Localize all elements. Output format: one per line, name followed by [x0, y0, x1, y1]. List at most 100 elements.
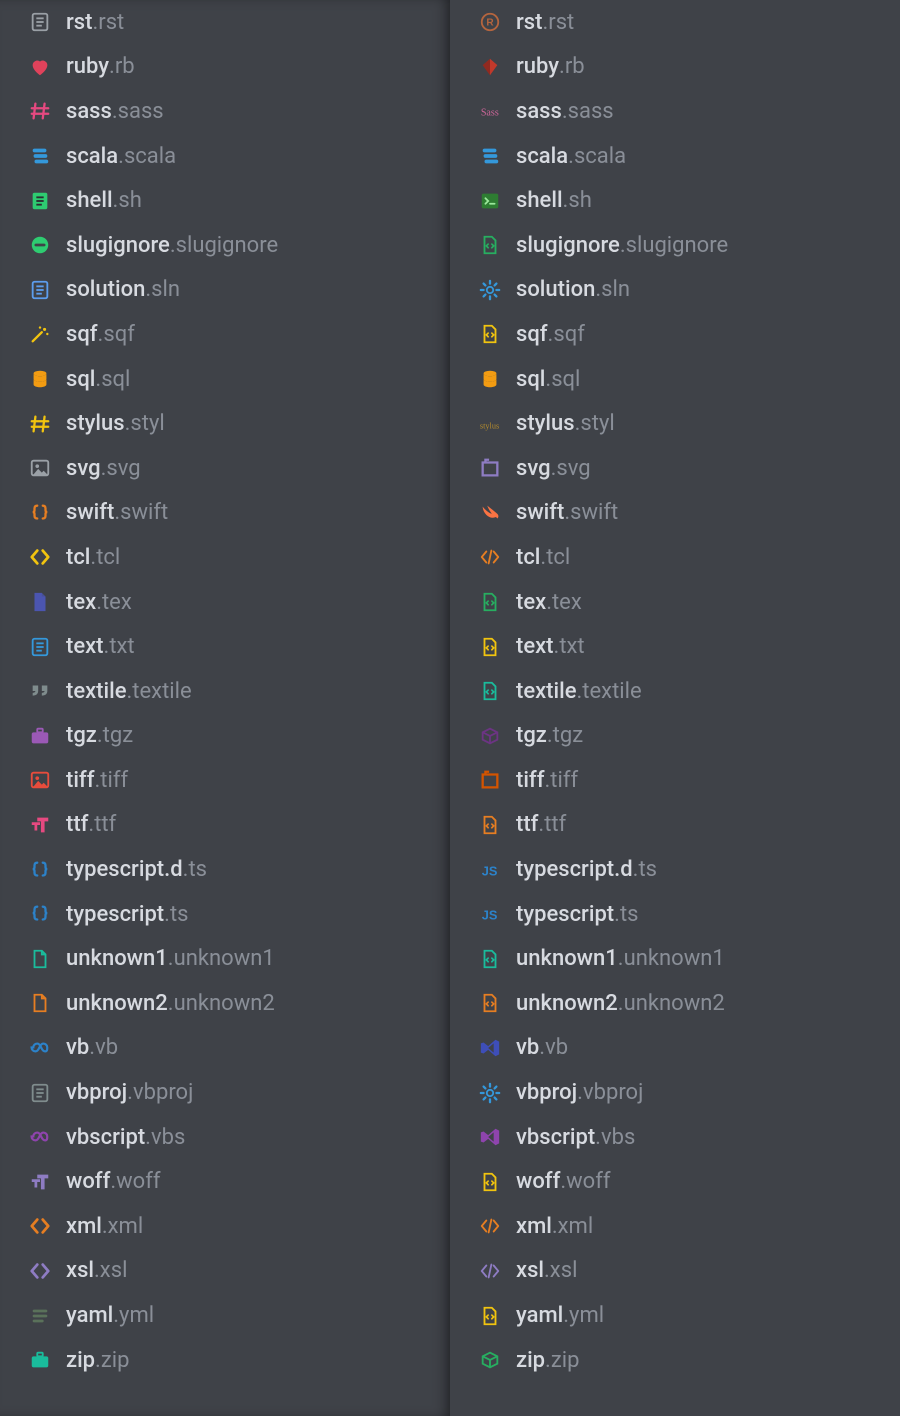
file-row-yaml[interactable]: yaml.yml	[450, 1293, 900, 1338]
file-row-ruby[interactable]: ruby.rb	[0, 45, 450, 90]
file-ext: .textile	[577, 679, 642, 704]
file-row-vbscript[interactable]: vbscript.vbs	[450, 1115, 900, 1160]
file-row-unknown1[interactable]: unknown1.unknown1	[0, 936, 450, 981]
file-row-ttf[interactable]: ttf.ttf	[450, 803, 900, 848]
file-row-typescript[interactable]: typescript.ts	[0, 892, 450, 937]
file-row-vb[interactable]: vb.vb	[0, 1026, 450, 1071]
file-row-tiff[interactable]: tiff.tiff	[450, 758, 900, 803]
angles-icon	[28, 545, 52, 569]
file-row-slugignore[interactable]: slugignore.slugignore	[450, 223, 900, 268]
file-ext: .tiff	[544, 768, 578, 793]
file-row-textile[interactable]: textile.textile	[0, 669, 450, 714]
file-row-scala[interactable]: scala.scala	[450, 134, 900, 179]
file-row-xml[interactable]: xml.xml	[0, 1204, 450, 1249]
file-ext: .ttf	[88, 812, 116, 837]
file-row-textile[interactable]: textile.textile	[450, 669, 900, 714]
file-name: typescript	[516, 902, 614, 927]
file-row-tgz[interactable]: tgz.tgz	[450, 714, 900, 759]
file-row-stylus[interactable]: stylusstylus.styl	[450, 401, 900, 446]
svg-text:JS: JS	[482, 863, 498, 878]
file-row-sass[interactable]: sass.sass	[0, 89, 450, 134]
file-ext: .slugignore	[620, 233, 728, 258]
file-row-vbproj[interactable]: vbproj.vbproj	[0, 1070, 450, 1115]
file-row-rst[interactable]: Rrst.rst	[450, 0, 900, 45]
angles-lite-icon	[478, 545, 502, 569]
file-row-solution[interactable]: solution.sln	[450, 268, 900, 313]
infinity-icon	[28, 1036, 52, 1060]
file-row-shell[interactable]: shell.sh	[0, 178, 450, 223]
file-label: sass.sass	[66, 99, 164, 124]
file-label: solution.sln	[66, 277, 180, 302]
file-name: tgz	[66, 723, 97, 748]
file-row-tgz[interactable]: tgz.tgz	[0, 714, 450, 759]
file-row-shell[interactable]: shell.sh	[450, 178, 900, 223]
file-row-xsl[interactable]: xsl.xsl	[0, 1249, 450, 1294]
file-row-xml[interactable]: xml.xml	[450, 1204, 900, 1249]
file-solid-icon	[28, 590, 52, 614]
file-row-typescript.d[interactable]: typescript.d.ts	[0, 847, 450, 892]
file-row-solution[interactable]: solution.sln	[0, 268, 450, 313]
file-ext: .tex	[96, 590, 132, 615]
file-name: vb	[66, 1035, 89, 1060]
doc-lines-fill-icon	[28, 189, 52, 213]
file-row-text[interactable]: text.txt	[0, 624, 450, 669]
file-row-yaml[interactable]: yaml.yml	[0, 1293, 450, 1338]
file-label: textile.textile	[516, 679, 642, 704]
file-row-unknown2[interactable]: unknown2.unknown2	[450, 981, 900, 1026]
file-row-svg[interactable]: svg.svg	[450, 446, 900, 491]
file-row-vb[interactable]: vb.vb	[450, 1026, 900, 1071]
file-name: ruby	[66, 54, 109, 79]
file-row-zip[interactable]: zip.zip	[450, 1338, 900, 1383]
file-row-sql[interactable]: sql.sql	[0, 357, 450, 402]
file-name: text	[66, 634, 104, 659]
file-row-sql[interactable]: sql.sql	[450, 357, 900, 402]
file-row-woff[interactable]: woff.woff	[0, 1159, 450, 1204]
file-row-sqf[interactable]: sqf.sqf	[450, 312, 900, 357]
file-row-scala[interactable]: scala.scala	[0, 134, 450, 179]
file-row-tcl[interactable]: tcl.tcl	[0, 535, 450, 580]
file-label: xml.xml	[516, 1214, 593, 1239]
file-row-sqf[interactable]: sqf.sqf	[0, 312, 450, 357]
file-row-vbproj[interactable]: vbproj.vbproj	[450, 1070, 900, 1115]
hash-icon	[28, 99, 52, 123]
file-row-typescript[interactable]: JStypescript.ts	[450, 892, 900, 937]
file-ext: .rb	[559, 54, 585, 79]
file-row-ruby[interactable]: ruby.rb	[450, 45, 900, 90]
file-ext: .vbproj	[577, 1080, 643, 1105]
file-row-swift[interactable]: swift.swift	[0, 491, 450, 536]
file-row-tiff[interactable]: tiff.tiff	[0, 758, 450, 803]
file-name: unknown2	[516, 991, 618, 1016]
file-row-svg[interactable]: svg.svg	[0, 446, 450, 491]
file-ext: .sh	[563, 188, 592, 213]
image-frame-icon	[478, 768, 502, 792]
file-label: text.txt	[516, 634, 585, 659]
file-row-slugignore[interactable]: slugignore.slugignore	[0, 223, 450, 268]
file-row-sass[interactable]: Sasssass.sass	[450, 89, 900, 134]
code-outline-icon	[478, 590, 502, 614]
file-row-tex[interactable]: tex.tex	[0, 580, 450, 625]
file-ext: .ts	[614, 902, 638, 927]
file-row-zip[interactable]: zip.zip	[0, 1338, 450, 1383]
file-label: tgz.tgz	[516, 723, 583, 748]
file-ext: .zip	[95, 1348, 129, 1373]
file-row-woff[interactable]: woff.woff	[450, 1159, 900, 1204]
file-ext: .svg	[551, 456, 591, 481]
file-row-xsl[interactable]: xsl.xsl	[450, 1249, 900, 1294]
file-row-unknown2[interactable]: unknown2.unknown2	[0, 981, 450, 1026]
file-row-swift[interactable]: swift.swift	[450, 491, 900, 536]
file-row-tex[interactable]: tex.tex	[450, 580, 900, 625]
code-outline-icon	[478, 679, 502, 703]
file-label: zip.zip	[66, 1348, 129, 1373]
file-row-unknown1[interactable]: unknown1.unknown1	[450, 936, 900, 981]
file-label: stylus.styl	[66, 411, 165, 436]
file-label: tiff.tiff	[66, 768, 128, 793]
file-row-tcl[interactable]: tcl.tcl	[450, 535, 900, 580]
file-row-ttf[interactable]: ttf.ttf	[0, 803, 450, 848]
file-ext: .scala	[118, 144, 176, 169]
braces-icon	[28, 858, 52, 882]
file-row-vbscript[interactable]: vbscript.vbs	[0, 1115, 450, 1160]
file-row-text[interactable]: text.txt	[450, 624, 900, 669]
file-row-typescript.d[interactable]: JStypescript.d.ts	[450, 847, 900, 892]
file-row-stylus[interactable]: stylus.styl	[0, 401, 450, 446]
file-row-rst[interactable]: rst.rst	[0, 0, 450, 45]
